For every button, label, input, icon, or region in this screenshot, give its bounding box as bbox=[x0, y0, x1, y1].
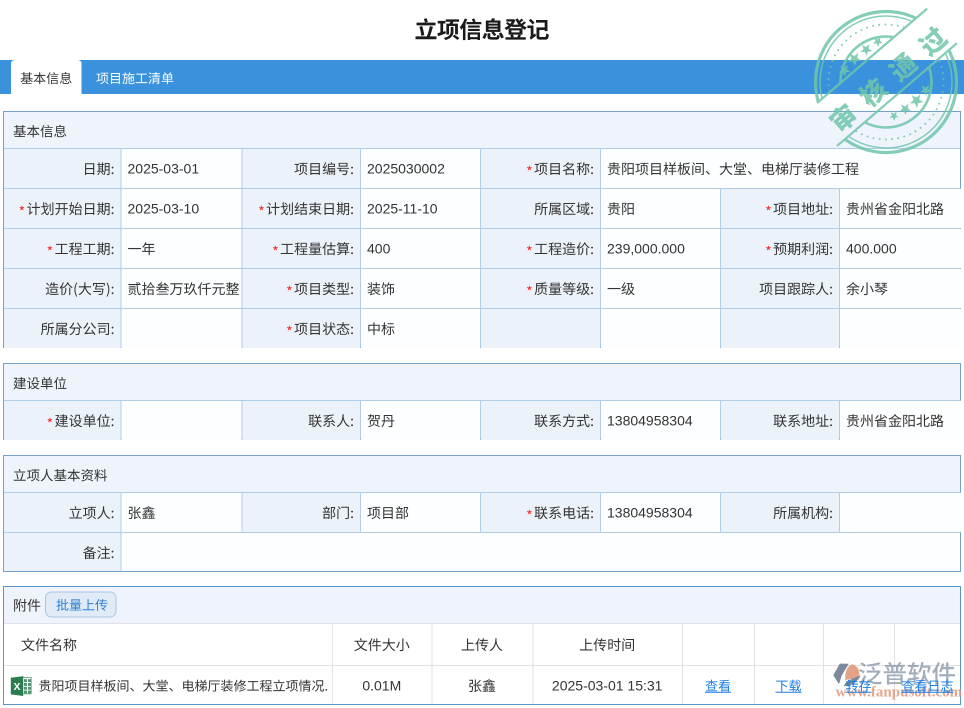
svg-text:X: X bbox=[13, 681, 20, 693]
svg-text:2025-03-10: 2025-03-10 bbox=[128, 201, 200, 217]
svg-text:13804958304: 13804958304 bbox=[607, 505, 693, 521]
svg-text:400.000: 400.000 bbox=[846, 241, 897, 257]
svg-text:2025-03-01 15:31: 2025-03-01 15:31 bbox=[552, 678, 663, 694]
svg-text:239,000.000: 239,000.000 bbox=[607, 241, 685, 257]
svg-text:2025-11-10: 2025-11-10 bbox=[367, 201, 438, 217]
svg-text:0.01M: 0.01M bbox=[362, 678, 401, 694]
svg-text:13804958304: 13804958304 bbox=[607, 413, 693, 429]
svg-text:400: 400 bbox=[367, 241, 391, 257]
svg-text:2025030002: 2025030002 bbox=[367, 161, 445, 177]
svg-text:2025-03-01: 2025-03-01 bbox=[128, 161, 200, 177]
